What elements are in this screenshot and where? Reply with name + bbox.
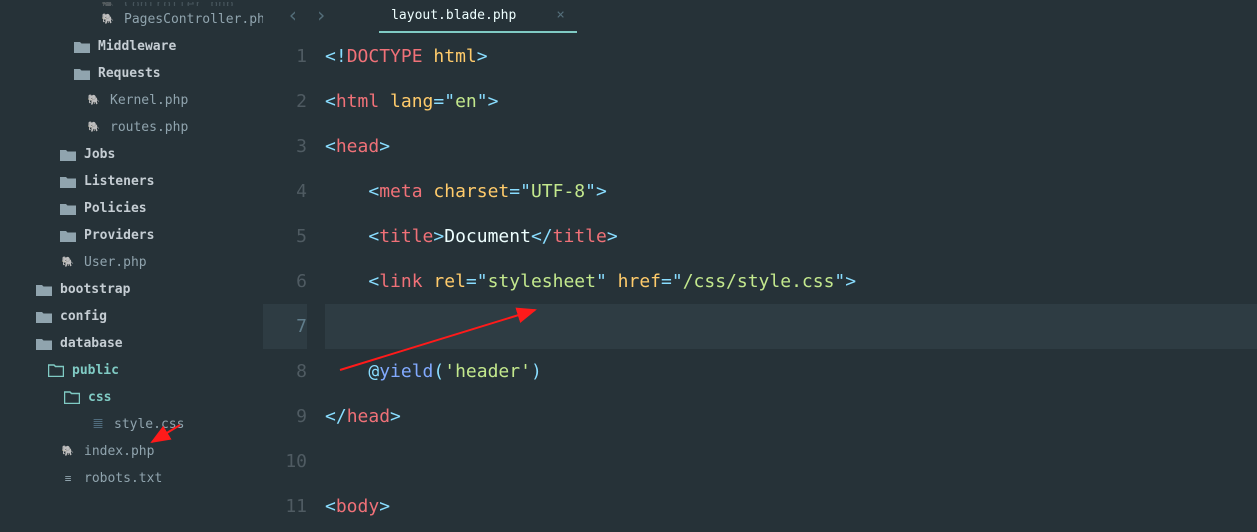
php-icon: 🐘 [60, 256, 76, 270]
tree-item-label: index.php [84, 444, 154, 459]
tree-item-label: style.css [114, 417, 184, 432]
tree-item-label: Middleware [98, 39, 176, 54]
folder-icon [60, 175, 76, 189]
editor-top-bar: ‹ › layout.blade.php × [263, 0, 1257, 30]
folder-icon [74, 67, 90, 81]
php-icon: 🐘 [100, 13, 116, 27]
code-line[interactable]: <!DOCTYPE html> [325, 34, 1257, 79]
tree-file[interactable]: 🐘 index.php [0, 438, 263, 465]
tree-item-label: database [60, 336, 123, 351]
php-icon: 🐘 [60, 445, 76, 459]
line-number: 6 [263, 259, 307, 304]
tree-folder[interactable]: Jobs [0, 141, 263, 168]
line-number-gutter: 1234567891011 [263, 34, 325, 532]
tree-folder[interactable]: bootstrap [0, 276, 263, 303]
line-number: 10 [263, 439, 307, 484]
nav-back-icon[interactable]: ‹ [287, 3, 299, 27]
tree-file[interactable]: 🐘 Controller.php [0, 2, 263, 6]
tree-folder[interactable]: database [0, 330, 263, 357]
code-line[interactable]: <html lang="en"> [325, 79, 1257, 124]
tree-item-label: Controller.php [124, 2, 234, 6]
line-number: 3 [263, 124, 307, 169]
line-number: 11 [263, 484, 307, 529]
code-content[interactable]: <!DOCTYPE html><html lang="en"><head> <m… [325, 34, 1257, 532]
tree-file[interactable]: ≡ robots.txt [0, 465, 263, 492]
tree-item-label: Kernel.php [110, 93, 188, 108]
tree-folder[interactable]: config [0, 303, 263, 330]
folder-icon [60, 148, 76, 162]
editor-area: ‹ › layout.blade.php × 1234567891011 <!D… [263, 0, 1257, 532]
tree-item-label: Listeners [84, 174, 154, 189]
tree-item-label: config [60, 309, 107, 324]
tree-folder[interactable]: public [0, 357, 263, 384]
tree-folder[interactable]: Middleware [0, 33, 263, 60]
code-line[interactable]: <title>Document</title> [325, 214, 1257, 259]
tree-file[interactable]: 𝄚 style.css [0, 411, 263, 438]
folder-icon [74, 40, 90, 54]
code-editor[interactable]: 1234567891011 <!DOCTYPE html><html lang=… [263, 30, 1257, 532]
tree-folder[interactable]: css [0, 384, 263, 411]
folder-open-icon [48, 364, 64, 378]
tab-active-indicator [379, 31, 577, 33]
tree-folder[interactable]: Listeners [0, 168, 263, 195]
code-line[interactable]: <meta charset="UTF-8"> [325, 169, 1257, 214]
file-icon: ≡ [60, 472, 76, 486]
folder-icon [36, 337, 52, 351]
php-icon: 🐘 [86, 94, 102, 108]
code-line[interactable] [325, 439, 1257, 484]
line-number: 5 [263, 214, 307, 259]
tree-item-label: Providers [84, 228, 154, 243]
tree-item-label: bootstrap [60, 282, 130, 297]
close-icon[interactable]: × [556, 7, 564, 23]
code-line[interactable]: @yield('header') [325, 349, 1257, 394]
tree-item-label: robots.txt [84, 471, 162, 486]
php-icon: 🐘 [100, 2, 116, 6]
tree-item-label: public [72, 363, 119, 378]
tree-folder[interactable]: Requests [0, 60, 263, 87]
editor-tab[interactable]: layout.blade.php × [387, 1, 569, 29]
line-number: 2 [263, 79, 307, 124]
tree-folder[interactable]: Policies [0, 195, 263, 222]
code-line[interactable]: <head> [325, 124, 1257, 169]
folder-icon [60, 202, 76, 216]
tree-file[interactable]: 🐘 Kernel.php [0, 87, 263, 114]
tree-folder[interactable]: Providers [0, 222, 263, 249]
php-icon: 🐘 [86, 121, 102, 135]
code-line[interactable] [325, 304, 1257, 349]
code-line[interactable]: <link rel="stylesheet" href="/css/style.… [325, 259, 1257, 304]
folder-icon [36, 310, 52, 324]
tree-file[interactable]: 🐘 PagesController.php [0, 6, 263, 33]
file-tree-sidebar: 🐘 Controller.php 🐘 PagesController.php Middl… [0, 0, 263, 532]
line-number: 4 [263, 169, 307, 214]
folder-open-icon [64, 391, 80, 405]
tree-item-label: PagesController.php [124, 12, 263, 27]
folder-icon [36, 283, 52, 297]
tree-item-label: Requests [98, 66, 161, 81]
line-number: 1 [263, 34, 307, 79]
tree-file[interactable]: 🐘 routes.php [0, 114, 263, 141]
tree-item-label: User.php [84, 255, 147, 270]
code-line[interactable]: <body> [325, 484, 1257, 529]
line-number: 7 [263, 304, 307, 349]
css-icon: 𝄚 [90, 418, 106, 432]
tree-item-label: routes.php [110, 120, 188, 135]
folder-icon [60, 229, 76, 243]
nav-forward-icon[interactable]: › [315, 3, 327, 27]
tree-file[interactable]: 🐘 User.php [0, 249, 263, 276]
tree-item-label: Jobs [84, 147, 115, 162]
line-number: 9 [263, 394, 307, 439]
line-number: 8 [263, 349, 307, 394]
tab-title: layout.blade.php [391, 8, 516, 23]
code-line[interactable]: </head> [325, 394, 1257, 439]
tree-item-label: css [88, 390, 111, 405]
tree-item-label: Policies [84, 201, 147, 216]
